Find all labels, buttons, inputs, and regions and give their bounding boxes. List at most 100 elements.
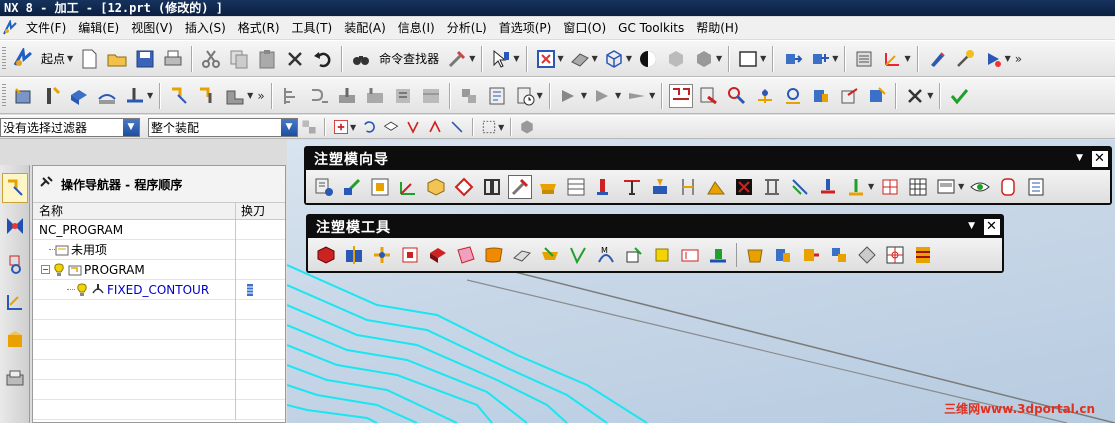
grid-list-icon[interactable] [906, 175, 930, 199]
solid-patch-icon[interactable] [370, 243, 394, 267]
menu-insert[interactable]: 插入(S) [179, 18, 232, 38]
undo-icon[interactable] [311, 47, 335, 71]
ejector-pin-icon[interactable] [564, 175, 588, 199]
edit-object-icon[interactable] [697, 84, 721, 108]
mold-csys-icon[interactable] [340, 175, 364, 199]
split-solid-icon[interactable] [342, 243, 366, 267]
menu-gc-toolkits[interactable]: GC Toolkits [612, 18, 690, 38]
extend-sheet-icon[interactable] [510, 243, 534, 267]
pin-icon[interactable] [39, 175, 53, 193]
select-settings-icon[interactable] [300, 118, 318, 136]
machine-navigator-tab[interactable] [2, 211, 28, 241]
gate-icon[interactable] [676, 175, 700, 199]
wcs-icon[interactable] [880, 47, 904, 71]
layer-icon[interactable] [852, 47, 876, 71]
view-manager-icon[interactable] [934, 175, 958, 199]
visibility-eye-icon[interactable] [968, 175, 992, 199]
selection-filter-dropdown[interactable]: 没有选择过滤器 ▼ [0, 117, 140, 137]
undo-select-icon[interactable] [360, 118, 378, 136]
trim-mold-icon[interactable] [788, 175, 812, 199]
chevron-down-icon[interactable]: ▼ [581, 91, 587, 100]
create-method-icon[interactable] [95, 84, 119, 108]
open-folder-icon[interactable] [105, 47, 129, 71]
fit-view-icon[interactable] [534, 47, 558, 71]
touch-icon[interactable] [781, 84, 805, 108]
chevron-down-icon[interactable]: ▼ [832, 54, 838, 63]
tool-navigator-tab[interactable] [2, 249, 28, 279]
menu-analysis[interactable]: 分析(L) [441, 18, 493, 38]
path-display-icon[interactable] [557, 84, 581, 108]
file-manager-icon[interactable] [1024, 175, 1048, 199]
slide-block-icon[interactable] [743, 243, 767, 267]
project-init-icon[interactable] [312, 175, 336, 199]
reference-circle-icon[interactable] [566, 243, 590, 267]
menu-info[interactable]: 信息(I) [392, 18, 441, 38]
align-tool-icon[interactable] [753, 84, 777, 108]
close-icon[interactable]: ✕ [984, 219, 1000, 235]
chevron-down-icon[interactable]: ▼ [626, 54, 632, 63]
menu-preferences[interactable]: 首选项(P) [493, 18, 558, 38]
menu-view[interactable]: 视图(V) [125, 18, 179, 38]
column-name-header[interactable]: 名称 [33, 203, 236, 219]
chevron-down-icon[interactable]: ▼ [592, 54, 598, 63]
rename-icon[interactable] [865, 84, 889, 108]
modify-surface-icon[interactable] [482, 243, 506, 267]
surface-patch-icon[interactable] [426, 243, 450, 267]
close-icon[interactable]: ✕ [1092, 151, 1108, 167]
mold-tools-icon[interactable] [452, 175, 476, 199]
chevron-down-icon[interactable]: ▼ [927, 91, 933, 100]
parting-icon[interactable] [480, 175, 504, 199]
mold-base-icon[interactable] [508, 174, 532, 199]
chevron-down-icon[interactable]: ▼ [469, 54, 475, 63]
chevron-down-icon[interactable]: ▼ [558, 54, 564, 63]
check-icon[interactable] [947, 84, 971, 108]
paste-icon[interactable] [255, 47, 279, 71]
slider-lifter-icon[interactable] [620, 175, 644, 199]
tree-row-unused[interactable]: 未用项 [33, 239, 285, 260]
tool-library-icon[interactable] [725, 84, 749, 108]
replay-toolpath-icon[interactable] [307, 84, 331, 108]
start-button[interactable]: 起点 [41, 50, 65, 67]
chevron-down-icon[interactable]: ▼ [1005, 54, 1011, 63]
mold-wizard-titlebar[interactable]: 注塑模向导 ▼ ✕ [306, 148, 1110, 170]
draft-analysis-icon[interactable]: M [594, 243, 618, 267]
select-tangent-icon[interactable] [448, 118, 466, 136]
chevron-down-icon[interactable]: ▼ [498, 123, 504, 132]
select-edge-icon[interactable] [426, 118, 444, 136]
electrode-icon[interactable] [760, 175, 784, 199]
chevron-down-icon[interactable]: ▼ [350, 123, 356, 132]
shading-icon[interactable] [636, 47, 660, 71]
shop-docs-icon[interactable] [419, 84, 443, 108]
operation-navigator-tab[interactable] [2, 173, 28, 203]
chevron-down-icon[interactable]: ▼ [904, 54, 910, 63]
pen-tool-icon[interactable] [925, 47, 949, 71]
background-icon[interactable] [736, 47, 760, 71]
chevron-down-icon[interactable]: ▼ [247, 91, 253, 100]
drawing-icon[interactable] [878, 175, 902, 199]
select-body-icon[interactable] [382, 118, 400, 136]
generate-toolpath-icon[interactable] [279, 84, 303, 108]
cut-icon[interactable] [199, 47, 223, 71]
mold-tools-titlebar[interactable]: 注塑模工具 ▼ ✕ [308, 216, 1002, 238]
geometry-view-icon[interactable] [223, 84, 247, 108]
replace-solid-icon[interactable] [650, 243, 674, 267]
roles-tab[interactable] [2, 363, 28, 393]
assembly-scope-dropdown[interactable]: 整个装配 ▼ [148, 117, 298, 137]
workpiece-icon[interactable] [396, 175, 420, 199]
pocket-icon[interactable] [816, 175, 840, 199]
print-icon[interactable] [161, 47, 185, 71]
create-geometry-icon[interactable] [67, 84, 91, 108]
menu-edit[interactable]: 编辑(E) [72, 18, 125, 38]
bom-icon[interactable] [844, 175, 868, 199]
hide-body-icon[interactable] [664, 47, 688, 71]
chevron-down-icon[interactable]: ▼ [968, 221, 976, 231]
chevron-down-icon[interactable]: ▼ [958, 182, 964, 191]
split-face-icon[interactable] [706, 243, 730, 267]
cavity-layout-icon[interactable] [424, 175, 448, 199]
path-transform-icon[interactable] [625, 84, 649, 108]
block-patch-icon[interactable] [398, 243, 422, 267]
chevron-down-icon[interactable]: ▼ [760, 54, 766, 63]
history-tab[interactable] [2, 325, 28, 355]
chevron-down-icon[interactable]: ▼ [649, 91, 655, 100]
rectangle-select-icon[interactable] [480, 118, 498, 136]
